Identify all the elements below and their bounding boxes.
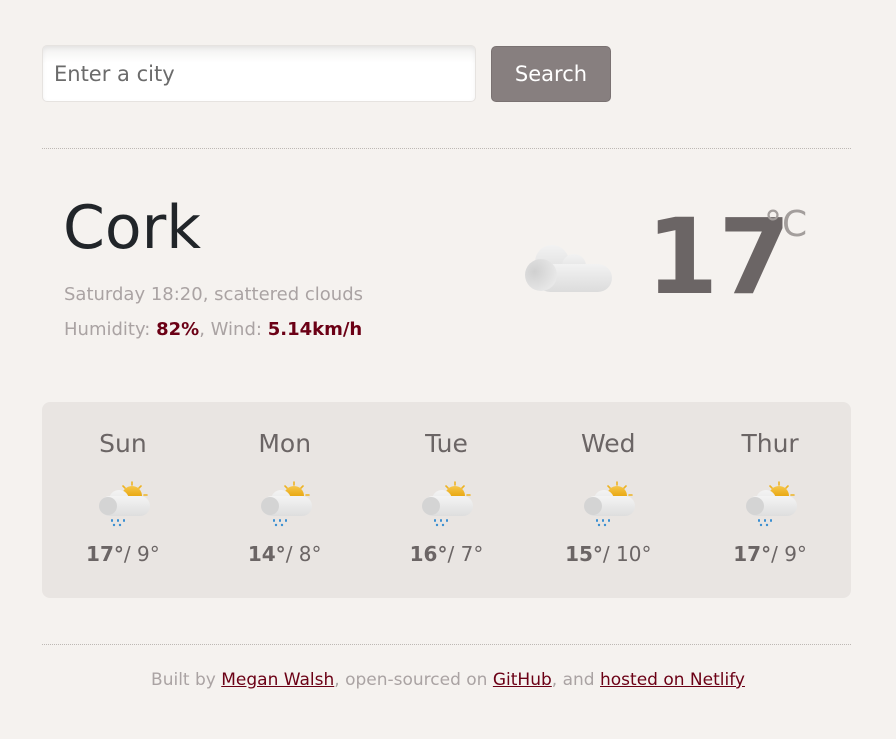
partly-cloudy-rain-icon <box>204 480 366 538</box>
forecast-high: 14° <box>247 542 286 566</box>
forecast-temps: 14°/ 8° <box>247 542 322 566</box>
date-description: Saturday 18:20, scattered clouds <box>64 284 364 305</box>
wind-label: Wind: <box>210 319 262 340</box>
day-time: Saturday 18:20 <box>64 284 203 305</box>
city-search-input[interactable] <box>42 45 476 102</box>
github-link[interactable]: GitHub <box>493 670 552 690</box>
temperature-unit-toggle[interactable]: °C <box>764 204 807 245</box>
footer-and: , and <box>551 670 595 690</box>
weather-description: scattered clouds <box>214 284 364 305</box>
author-link[interactable]: Megan Walsh <box>221 670 334 690</box>
partly-cloudy-rain-icon <box>689 480 851 538</box>
forecast-temps: 15°/ 10° <box>565 542 652 566</box>
humidity-label: Humidity: <box>64 319 151 340</box>
bottom-divider <box>42 644 851 645</box>
forecast-day: Thur 17°/ 9° <box>689 402 851 598</box>
forecast-temps: 17°/ 9° <box>733 542 807 566</box>
partly-cloudy-rain-icon <box>527 480 689 538</box>
forecast-day: Mon 14°/ 8° <box>204 402 366 598</box>
forecast-day-name: Thur <box>741 429 799 458</box>
humidity-value: 82% <box>156 319 200 340</box>
netlify-link[interactable]: hosted on Netlify <box>600 670 745 690</box>
forecast-day-name: Sun <box>99 429 147 458</box>
forecast-low: 9° <box>137 542 160 566</box>
forecast-day-name: Wed <box>581 429 636 458</box>
forecast-day: Tue 16°/ 7° <box>366 402 528 598</box>
search-button[interactable]: Search <box>491 46 611 102</box>
forecast-low: 10° <box>616 542 652 566</box>
forecast-day-name: Tue <box>425 429 468 458</box>
cloud-icon <box>522 240 614 300</box>
search-form: Search <box>42 45 611 102</box>
wind-value: 5.14km/h <box>267 319 363 340</box>
forecast-day: Sun 17°/ 9° <box>42 402 204 598</box>
forecast-panel: Sun 17°/ 9° Mon 14°/ 8° Tue 16°/ 7° Wed … <box>42 402 851 598</box>
forecast-high: 15° <box>565 542 603 566</box>
forecast-low: 8° <box>298 542 322 566</box>
footer: Built by Megan Walsh, open-sourced on Gi… <box>0 670 896 690</box>
forecast-temps: 17°/ 9° <box>86 542 160 566</box>
forecast-low: 9° <box>784 542 807 566</box>
forecast-high: 16° <box>409 542 448 566</box>
partly-cloudy-rain-icon <box>42 480 204 538</box>
footer-open-sourced: , open-sourced on <box>334 670 488 690</box>
weather-stats: Humidity: 82%, Wind: 5.14km/h <box>64 319 363 340</box>
forecast-low: 7° <box>460 542 484 566</box>
forecast-high: 17° <box>733 542 772 566</box>
top-divider <box>42 148 851 149</box>
city-name: Cork <box>63 193 202 263</box>
forecast-day-name: Mon <box>258 429 312 458</box>
forecast-high: 17° <box>86 542 124 566</box>
partly-cloudy-rain-icon <box>366 480 528 538</box>
forecast-day: Wed 15°/ 10° <box>527 402 689 598</box>
forecast-temps: 16°/ 7° <box>409 542 484 566</box>
footer-built-by: Built by <box>151 670 216 690</box>
